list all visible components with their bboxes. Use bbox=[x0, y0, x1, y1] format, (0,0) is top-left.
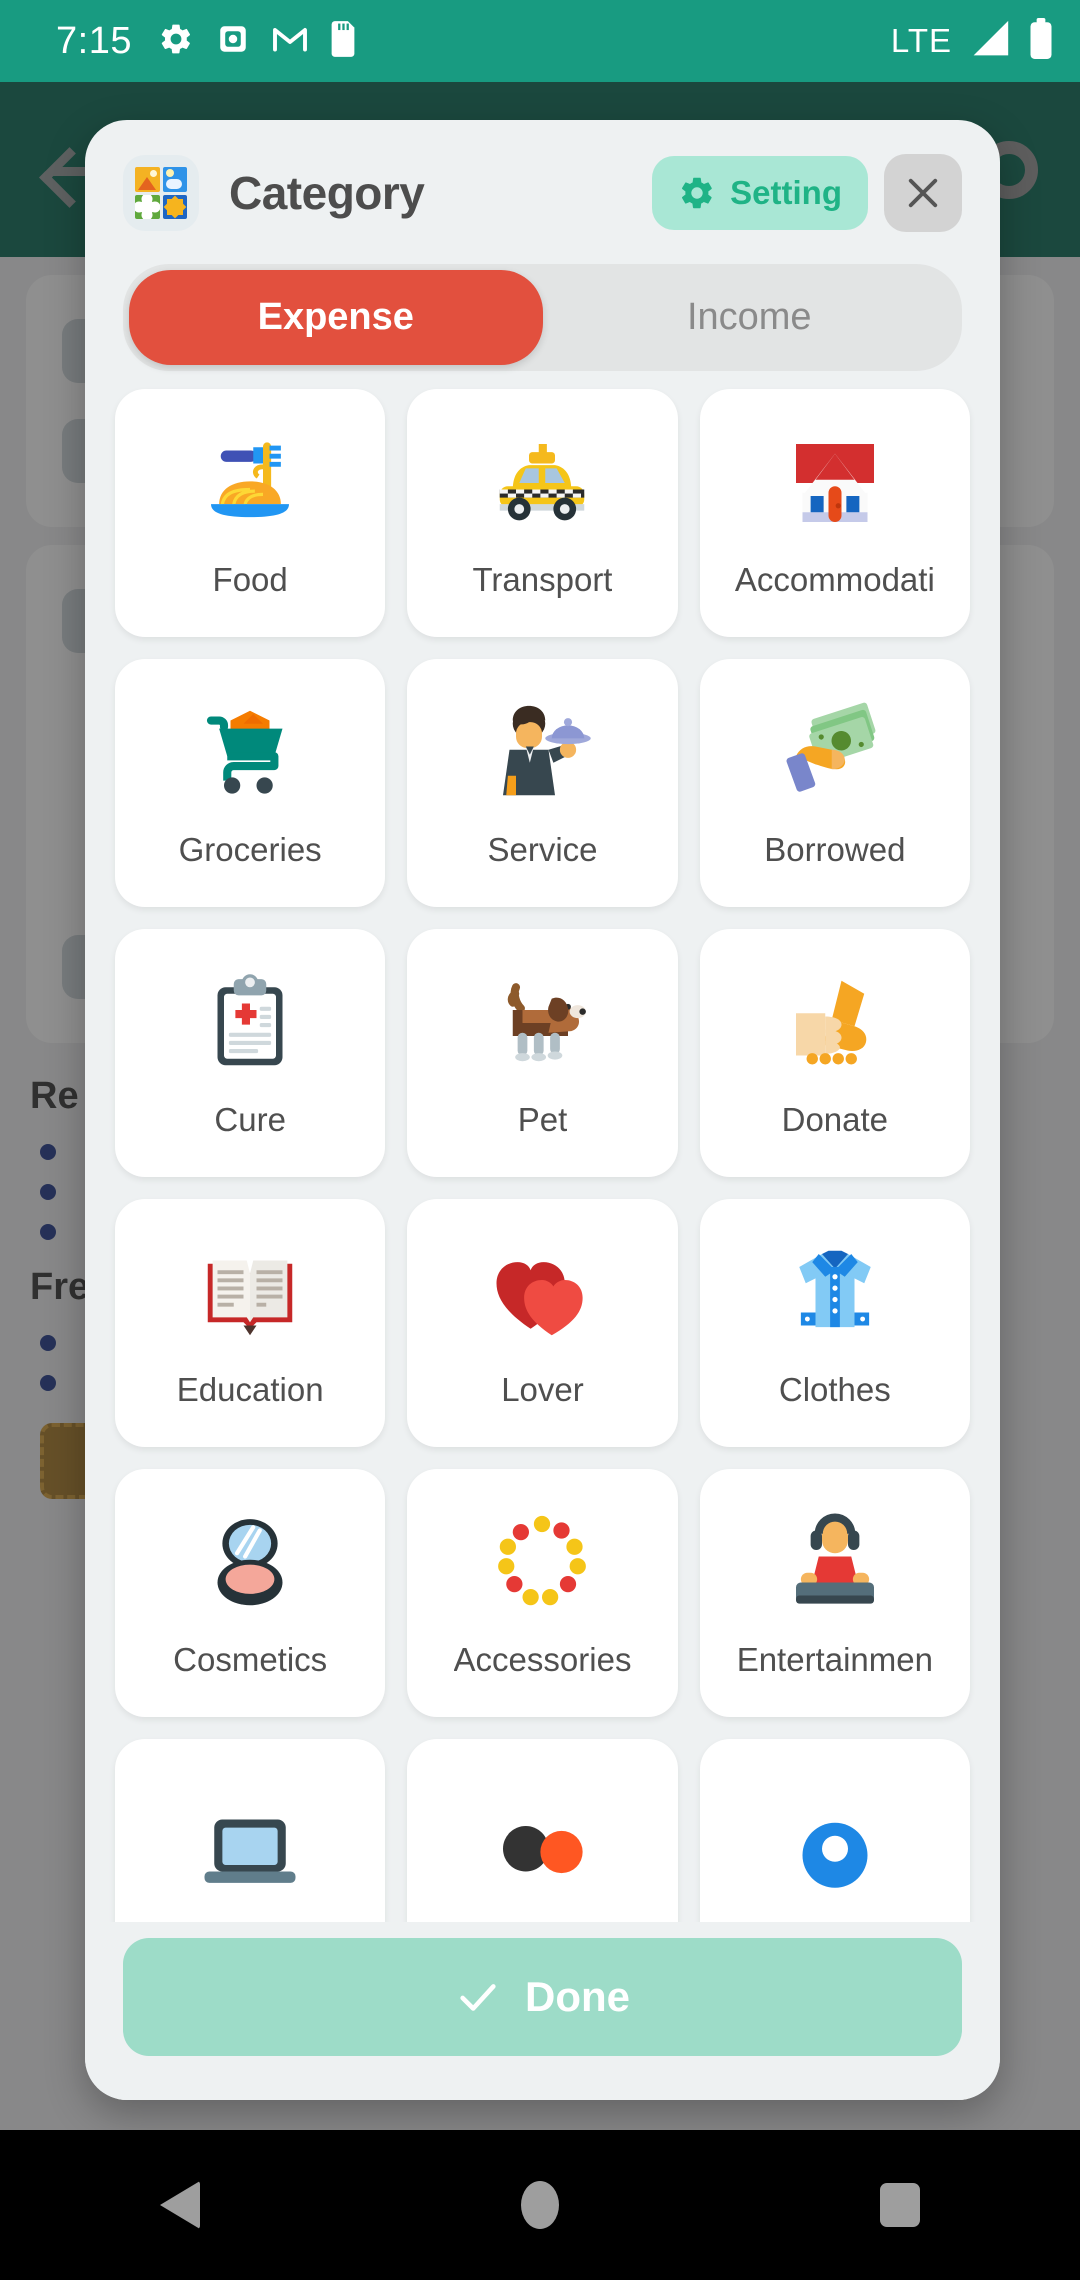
house-icon bbox=[783, 427, 887, 539]
money-hand-icon bbox=[783, 697, 887, 809]
nav-home-button[interactable] bbox=[450, 2130, 630, 2280]
category-label: Education bbox=[176, 1371, 324, 1408]
status-bar: 7:15 LTE bbox=[0, 0, 1080, 82]
beaded-bracelet-icon bbox=[490, 1507, 594, 1619]
category-dialog: Category Setting Expense Income Food Tra… bbox=[85, 120, 1000, 2100]
battery-icon bbox=[1028, 17, 1054, 65]
status-system-icons: LTE bbox=[890, 17, 1054, 65]
sd-card-icon bbox=[330, 20, 356, 62]
laptop-icon bbox=[198, 1796, 302, 1908]
dog-icon bbox=[490, 967, 594, 1079]
done-button[interactable]: Done bbox=[123, 1938, 962, 2056]
category-label: Borrowed bbox=[764, 831, 906, 868]
medical-clipboard-icon bbox=[198, 967, 302, 1079]
category-label: Clothes bbox=[778, 1371, 891, 1408]
shirt-icon bbox=[783, 1237, 887, 1349]
signal-bars-icon bbox=[968, 19, 1012, 64]
type-tab-bar: Expense Income bbox=[123, 264, 962, 371]
nav-recents-button[interactable] bbox=[810, 2130, 990, 2280]
gmail-icon bbox=[272, 24, 308, 59]
category-label: Lover bbox=[501, 1371, 584, 1408]
dj-icon bbox=[783, 1507, 887, 1619]
category-label: Pet bbox=[517, 1101, 568, 1138]
category-label: Food bbox=[212, 561, 288, 598]
taxi-icon bbox=[490, 427, 594, 539]
category-card[interactable]: Accommodati bbox=[699, 389, 970, 637]
spaghetti-icon bbox=[198, 427, 302, 539]
category-card[interactable]: Cure bbox=[115, 929, 386, 1177]
dialog-footer: Done bbox=[85, 1922, 1000, 2100]
android-nav-bar bbox=[0, 2130, 1080, 2280]
category-card[interactable] bbox=[699, 1739, 970, 1922]
check-icon bbox=[455, 1974, 501, 2020]
giving-hand-icon bbox=[783, 967, 887, 1079]
close-button[interactable] bbox=[884, 154, 962, 232]
dialog-header: Category Setting bbox=[85, 120, 1000, 242]
category-card[interactable]: Donate bbox=[699, 929, 970, 1177]
back-triangle-icon bbox=[160, 2181, 200, 2229]
blue-round-icon bbox=[783, 1796, 887, 1908]
powder-compact-icon bbox=[198, 1507, 302, 1619]
status-clock: 7:15 bbox=[56, 19, 132, 62]
setting-label: Setting bbox=[730, 174, 842, 211]
recents-square-icon bbox=[880, 2183, 920, 2227]
category-card[interactable]: Food bbox=[115, 389, 386, 637]
tab-income[interactable]: Income bbox=[543, 270, 957, 365]
close-icon bbox=[902, 172, 944, 214]
category-label: Accessories bbox=[453, 1641, 632, 1678]
category-label: Donate bbox=[781, 1101, 889, 1138]
nav-back-button[interactable] bbox=[90, 2130, 270, 2280]
open-book-icon bbox=[198, 1237, 302, 1349]
category-card[interactable]: Borrowed bbox=[699, 659, 970, 907]
category-card[interactable]: Accessories bbox=[407, 1469, 678, 1717]
category-card[interactable]: Service bbox=[407, 659, 678, 907]
category-card[interactable]: Entertainmen bbox=[699, 1469, 970, 1717]
category-card[interactable] bbox=[115, 1739, 386, 1922]
category-label: Groceries bbox=[178, 831, 322, 868]
category-card[interactable] bbox=[407, 1739, 678, 1922]
category-label: Cosmetics bbox=[173, 1641, 328, 1678]
tab-expense[interactable]: Expense bbox=[129, 270, 543, 365]
category-card[interactable]: Lover bbox=[407, 1199, 678, 1447]
category-grid: Food Transport Accommodati Groceries Service… bbox=[115, 389, 970, 1922]
phone-screen: 7:15 LTE Category Setting Expense Income… bbox=[0, 0, 1080, 2280]
done-label: Done bbox=[525, 1973, 630, 2020]
shopping-cart-icon bbox=[198, 697, 302, 809]
two-hearts-icon bbox=[490, 1237, 594, 1349]
category-card[interactable]: Education bbox=[115, 1199, 386, 1447]
category-card[interactable]: Transport bbox=[407, 389, 678, 637]
network-type-label: LTE bbox=[890, 22, 952, 59]
category-label: Service bbox=[487, 831, 598, 868]
category-label: Accommodati bbox=[734, 561, 935, 598]
waiter-icon bbox=[490, 697, 594, 809]
category-grid-scroll[interactable]: Food Transport Accommodati Groceries Service… bbox=[85, 371, 1000, 1922]
category-grid-icon bbox=[123, 155, 199, 231]
category-card[interactable]: Clothes bbox=[699, 1199, 970, 1447]
gear-icon bbox=[158, 21, 194, 62]
gear-icon bbox=[678, 174, 716, 212]
status-notification-icons bbox=[158, 20, 356, 62]
category-label: Cure bbox=[214, 1101, 286, 1138]
category-label: Transport bbox=[472, 561, 613, 598]
wallet-app-icon bbox=[216, 22, 250, 61]
setting-button[interactable]: Setting bbox=[652, 156, 868, 230]
page-title: Category bbox=[229, 167, 425, 219]
category-card[interactable]: Cosmetics bbox=[115, 1469, 386, 1717]
category-card[interactable]: Pet bbox=[407, 929, 678, 1177]
dark-orange-icon bbox=[490, 1796, 594, 1908]
category-label: Entertainmen bbox=[736, 1641, 933, 1678]
home-circle-icon bbox=[521, 2181, 559, 2229]
category-card[interactable]: Groceries bbox=[115, 659, 386, 907]
